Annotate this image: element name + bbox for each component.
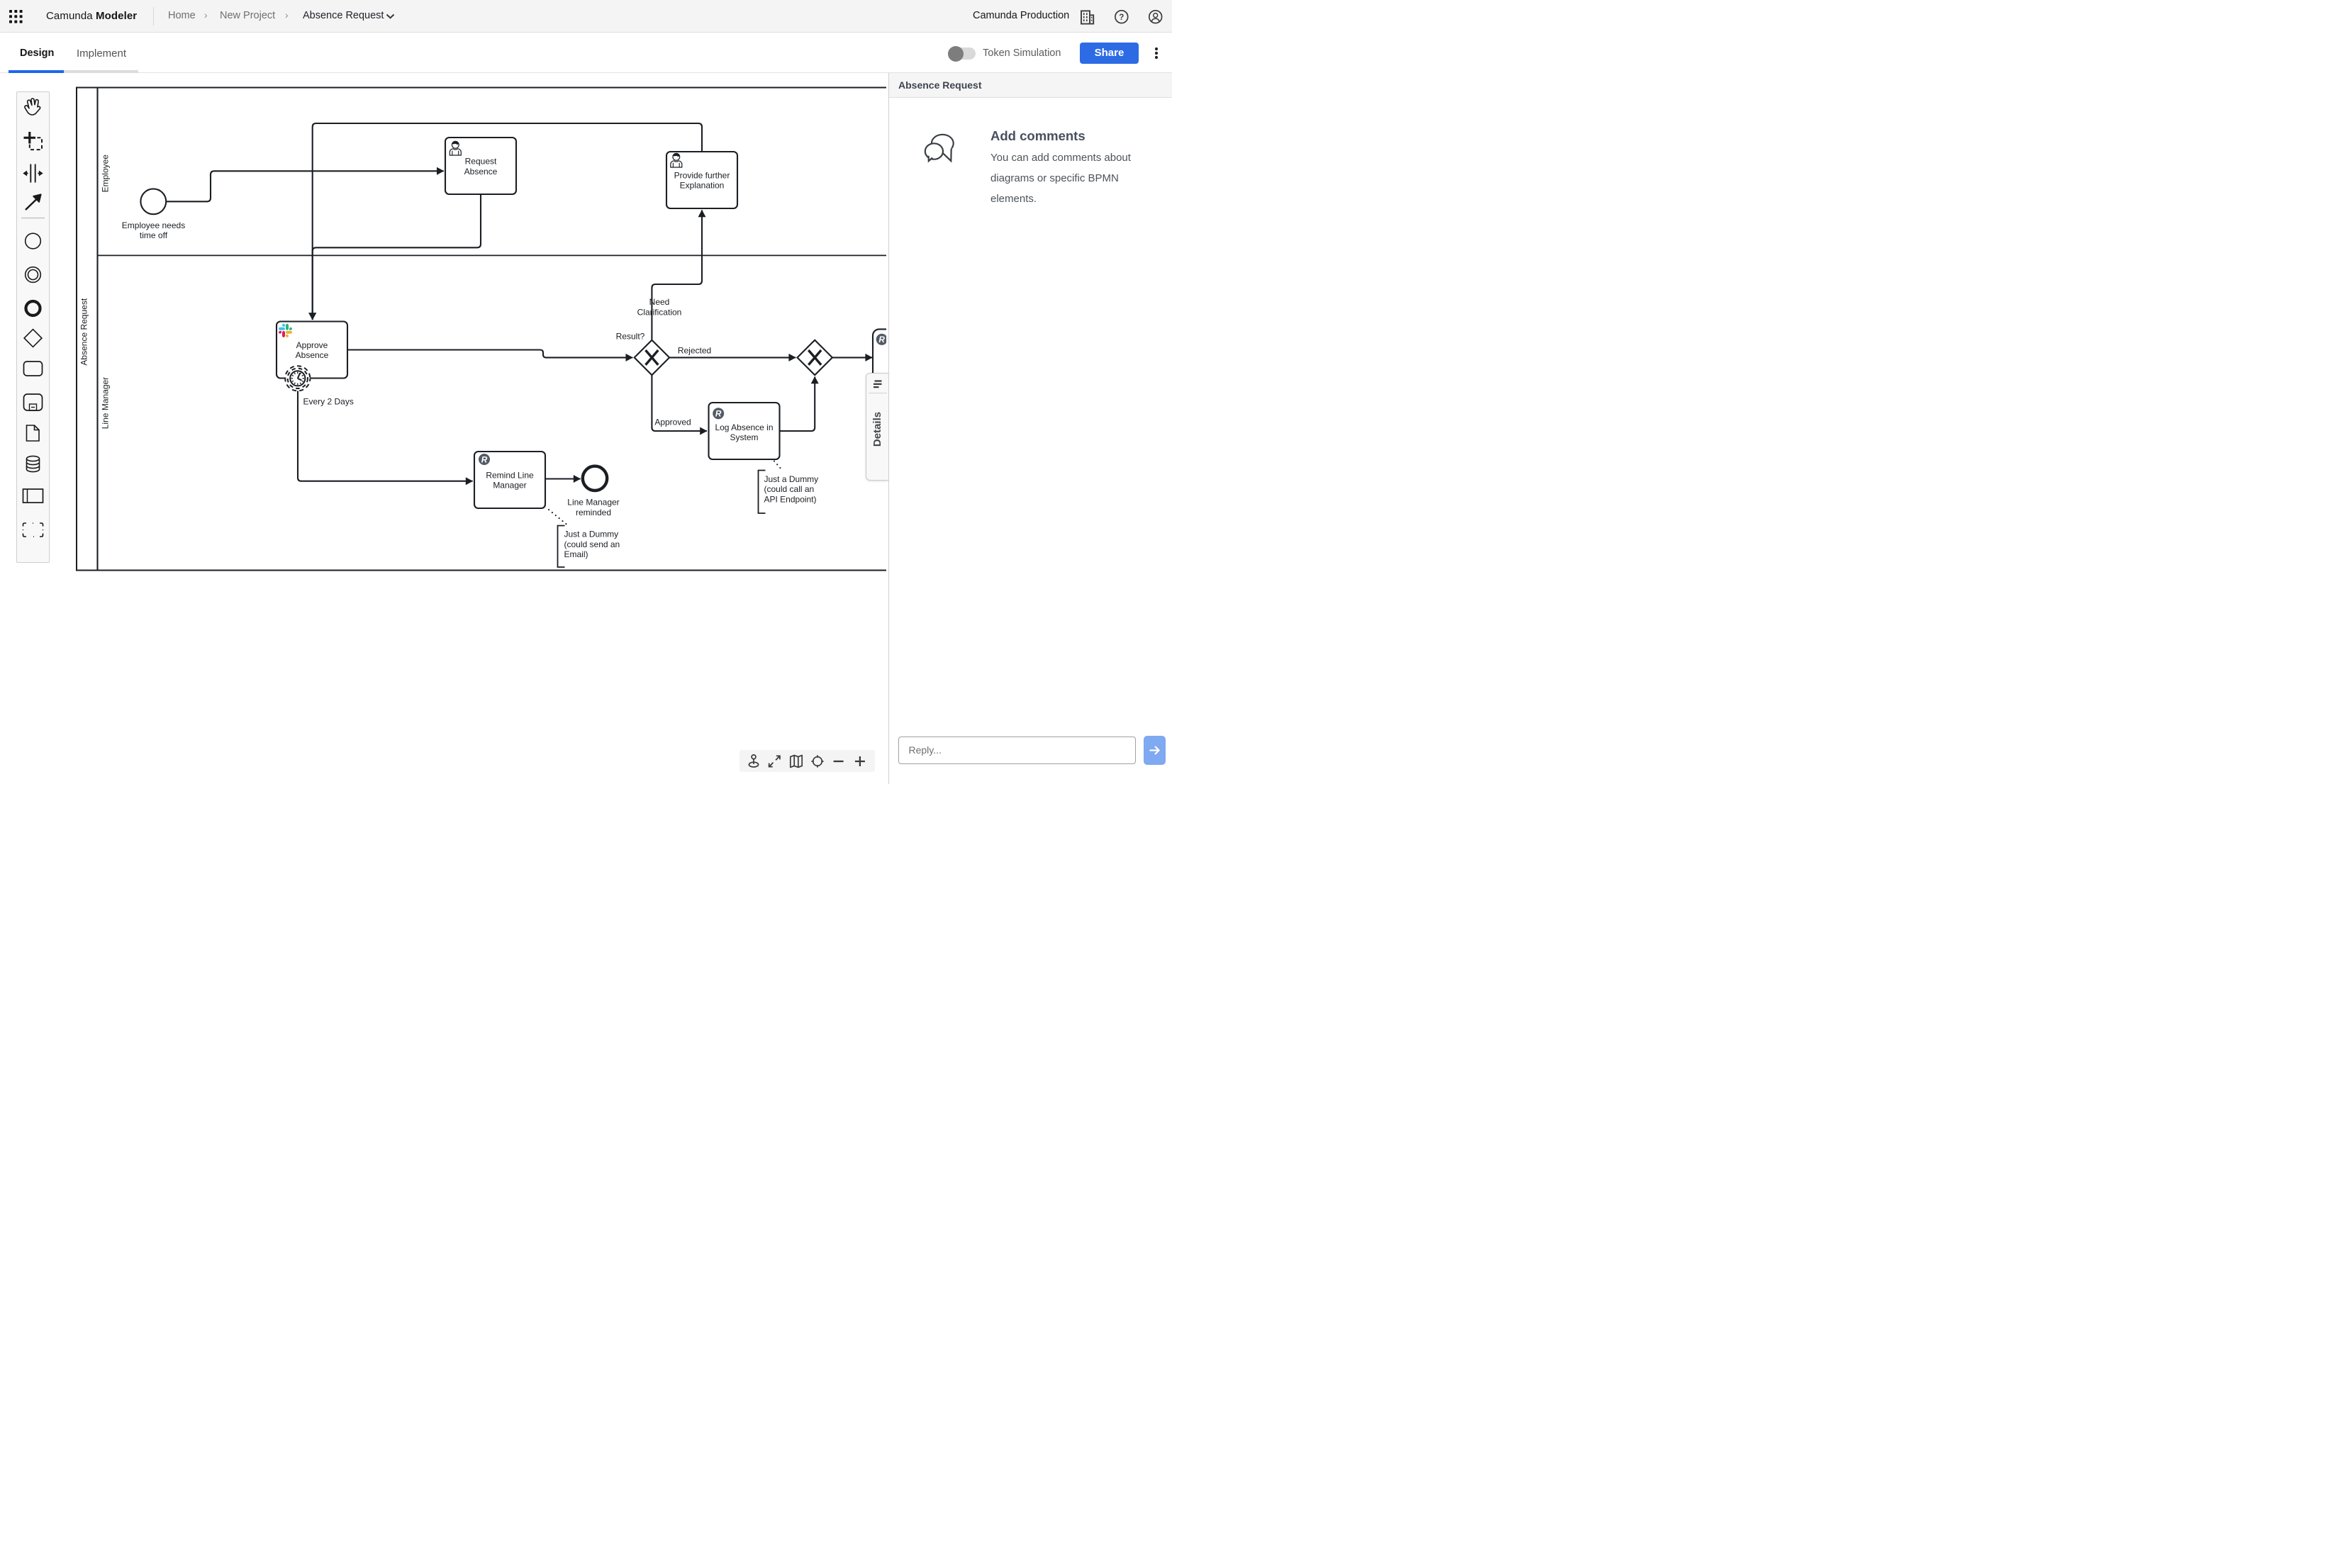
- svg-text:Absence: Absence: [296, 350, 329, 360]
- svg-text:Need: Need: [649, 297, 670, 307]
- svg-text:Employee needs: Employee needs: [122, 220, 185, 230]
- svg-text:Result?: Result?: [616, 332, 645, 342]
- svg-text:Request: Request: [465, 157, 497, 167]
- svg-text:Absence Request: Absence Request: [79, 298, 89, 365]
- svg-text:time off: time off: [140, 230, 168, 240]
- svg-text:Provide further: Provide further: [674, 170, 730, 180]
- svg-text:(could call an: (could call an: [764, 484, 815, 494]
- svg-text:Email): Email): [564, 549, 588, 559]
- svg-text:Approve: Approve: [296, 340, 328, 350]
- svg-text:Log Absence in: Log Absence in: [715, 422, 773, 432]
- svg-text:System: System: [730, 432, 758, 442]
- svg-text:(could send an: (could send an: [564, 539, 620, 549]
- svg-text:Remind Line: Remind Line: [486, 470, 534, 480]
- svg-text:R: R: [715, 409, 722, 419]
- svg-text:?: ?: [1119, 13, 1124, 22]
- svg-text:Rejected: Rejected: [678, 346, 711, 356]
- svg-text:Manager: Manager: [493, 481, 526, 491]
- svg-text:Clarification: Clarification: [637, 307, 682, 317]
- svg-text:Line Manager: Line Manager: [567, 498, 619, 508]
- svg-text:Approved: Approved: [654, 418, 691, 427]
- svg-text:R: R: [481, 454, 488, 464]
- svg-text:reminded: reminded: [576, 508, 611, 517]
- svg-text:R: R: [878, 335, 885, 345]
- svg-text:Explanation: Explanation: [680, 181, 725, 191]
- svg-text:Just a Dummy: Just a Dummy: [564, 530, 619, 539]
- svg-text:Employee: Employee: [101, 155, 111, 193]
- svg-text:API Endpoint): API Endpoint): [764, 494, 817, 504]
- svg-text:Absence: Absence: [464, 167, 498, 177]
- svg-text:Line Manager: Line Manager: [101, 377, 111, 429]
- svg-text:Every 2 Days: Every 2 Days: [303, 397, 354, 407]
- svg-text:Just a Dummy: Just a Dummy: [764, 474, 819, 484]
